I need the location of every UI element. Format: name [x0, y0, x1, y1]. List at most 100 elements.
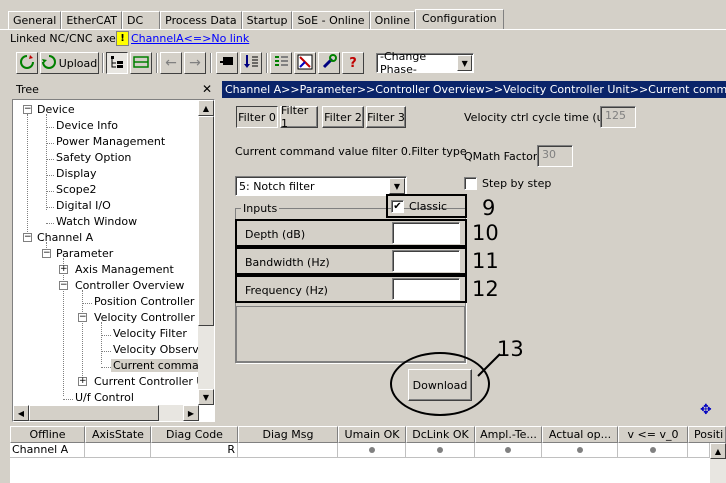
- change-phase-select[interactable]: -Change Phase- ▼: [376, 50, 474, 76]
- status-grid: Offline AxisState Diag Code Diag Msg Uma…: [10, 426, 726, 483]
- tab-general[interactable]: General: [8, 11, 62, 30]
- tools-button[interactable]: [318, 52, 340, 74]
- bandwidth-field[interactable]: [392, 250, 460, 272]
- help-button[interactable]: ?: [342, 52, 364, 74]
- tree-horizontal-scrollbar[interactable]: ◀ ▶: [13, 405, 199, 421]
- frequency-field[interactable]: [392, 278, 460, 300]
- tab-filter-0[interactable]: Filter 0: [236, 106, 278, 128]
- tree-item-velocity-filter[interactable]: Velocity Filter: [113, 327, 187, 340]
- arrow-right-icon: →: [189, 55, 201, 71]
- status-dot-icon: [437, 447, 443, 453]
- expand-current-controller-icon[interactable]: +: [78, 377, 87, 386]
- column-header-diag-msg[interactable]: Diag Msg: [238, 426, 338, 443]
- grid-vertical-scrollbar[interactable]: ▲: [710, 443, 726, 483]
- close-icon[interactable]: ✕: [202, 82, 212, 96]
- expand-axis-management-icon[interactable]: +: [59, 265, 68, 274]
- download-button[interactable]: Download: [408, 369, 472, 401]
- tab-configuration[interactable]: Configuration: [415, 9, 504, 30]
- export-button[interactable]: [216, 52, 238, 74]
- tree-scroll-thumb[interactable]: [198, 116, 214, 326]
- tree-item-scope2[interactable]: Scope2: [56, 183, 97, 196]
- toolbar-separator: [266, 53, 268, 73]
- tree-view-button[interactable]: [106, 52, 128, 74]
- column-header-v-le-v0[interactable]: v <= v_0: [618, 426, 688, 443]
- tree-item-display[interactable]: Display: [56, 167, 97, 180]
- collapse-device-icon[interactable]: −: [23, 105, 32, 114]
- tab-filter-2[interactable]: Filter 2: [322, 106, 364, 128]
- tree-item-power-management[interactable]: Power Management: [56, 135, 165, 148]
- tree-hscroll-thumb[interactable]: [29, 405, 159, 421]
- column-header-offline[interactable]: Offline: [10, 426, 85, 443]
- column-header-umain-ok[interactable]: Umain OK: [338, 426, 406, 443]
- refresh-button[interactable]: [16, 52, 38, 74]
- move-icon[interactable]: ✥: [700, 402, 712, 418]
- column-header-axisstate[interactable]: AxisState: [85, 426, 151, 443]
- tree-item-velocity-controller-unit[interactable]: Velocity Controller Unit: [94, 311, 214, 324]
- step-by-step-label: Step by step: [482, 177, 552, 190]
- scroll-left-icon[interactable]: ◀: [13, 405, 29, 421]
- breadcrumb: Channel A>>Parameter>>Controller Overvie…: [222, 81, 726, 98]
- tab-process-data[interactable]: Process Data: [160, 11, 242, 30]
- scroll-down-icon[interactable]: ▼: [198, 389, 214, 405]
- filter-type-select[interactable]: 5: Notch filter ▼: [235, 176, 407, 196]
- cycle-time-label: Velocity ctrl cycle time (us):: [464, 111, 618, 124]
- upload-button[interactable]: Upload: [40, 52, 99, 74]
- wrench-icon: [321, 53, 337, 73]
- import-button[interactable]: [240, 52, 262, 74]
- tree-item-axis-management[interactable]: Axis Management: [75, 263, 174, 276]
- linked-axes-link[interactable]: ChannelA<=>No link: [131, 32, 249, 45]
- column-header-position[interactable]: Positi: [688, 426, 726, 443]
- column-header-ampl-temp[interactable]: Ampl.-Te...: [475, 426, 542, 443]
- tab-filter-3[interactable]: Filter 3: [366, 106, 406, 128]
- tab-online[interactable]: Online: [369, 11, 416, 30]
- toolbar-separator: [156, 53, 158, 73]
- back-button[interactable]: ←: [160, 52, 182, 74]
- step-by-step-checkbox[interactable]: [464, 177, 477, 190]
- tree-item-uf-control[interactable]: U/f Control: [75, 391, 134, 404]
- scroll-up-icon[interactable]: ▲: [198, 100, 214, 116]
- tree-item-digital-io[interactable]: Digital I/O: [56, 199, 111, 212]
- tab-startup[interactable]: Startup: [241, 11, 293, 30]
- collapse-parameter-icon[interactable]: −: [42, 249, 51, 258]
- forward-button[interactable]: →: [184, 52, 206, 74]
- tab-ethercat[interactable]: EtherCAT: [61, 11, 122, 30]
- table-row-name[interactable]: Channel A: [10, 443, 85, 458]
- filter-type-label: Current command value filter 0.Filter ty…: [235, 145, 467, 158]
- tree-item-safety-option[interactable]: Safety Option: [56, 151, 131, 164]
- tab-dc[interactable]: DC: [121, 11, 161, 30]
- tree-title: Tree: [16, 83, 39, 96]
- collapse-velocity-controller-icon[interactable]: −: [78, 313, 87, 322]
- column-header-actual-op[interactable]: Actual op...: [542, 426, 618, 443]
- chevron-down-icon: ▼: [389, 178, 405, 194]
- tree-item-device-info[interactable]: Device Info: [56, 119, 118, 132]
- refresh-icon: [19, 54, 35, 73]
- tab-soe-online[interactable]: SoE - Online: [292, 11, 370, 30]
- upload-label: Upload: [58, 56, 98, 70]
- tree-item-watch-window[interactable]: Watch Window: [56, 215, 137, 228]
- collapse-controller-overview-icon[interactable]: −: [59, 281, 68, 290]
- tree-item-parameter[interactable]: Parameter: [56, 247, 113, 260]
- list-view-button[interactable]: [130, 52, 152, 74]
- upload-icon: [41, 54, 56, 72]
- tree-item-velocity-observer[interactable]: Velocity Observer: [113, 343, 210, 356]
- compare-button[interactable]: [294, 52, 316, 74]
- tab-divider: [0, 29, 726, 30]
- scroll-up-icon[interactable]: ▲: [710, 443, 726, 459]
- classic-checkbox[interactable]: ✔: [391, 200, 404, 213]
- depth-field[interactable]: [392, 222, 460, 244]
- column-header-diag-code[interactable]: Diag Code: [151, 426, 238, 443]
- linked-axes-label: Linked NC/CNC axes:: [10, 32, 126, 45]
- scroll-right-icon[interactable]: ▶: [183, 405, 199, 421]
- callout-11: 11: [472, 249, 499, 273]
- tab-filter-1[interactable]: Filter 1: [280, 104, 318, 130]
- tree-view[interactable]: − Device Device Info Power Management Sa…: [12, 99, 215, 422]
- collapse-channel-a-icon[interactable]: −: [23, 233, 32, 242]
- tree-vertical-scrollbar[interactable]: ▲ ▼: [198, 100, 214, 405]
- column-header-dclink-ok[interactable]: DcLink OK: [406, 426, 475, 443]
- tree-item-position-controller-unit[interactable]: Position Controller Unit: [94, 295, 214, 308]
- tree-item-channel-a[interactable]: Channel A: [37, 231, 93, 244]
- tree-item-controller-overview[interactable]: Controller Overview: [75, 279, 184, 292]
- parameter-list-button[interactable]: [270, 52, 292, 74]
- tree-item-current-controller-unit[interactable]: Current Controller Unit: [94, 375, 214, 388]
- tree-item-device[interactable]: Device: [37, 103, 75, 116]
